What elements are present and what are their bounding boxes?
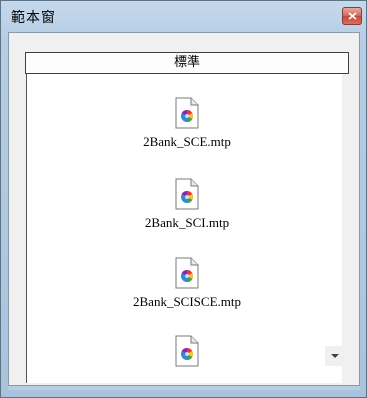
triangle-down-icon [331,354,339,358]
template-window: 範本窗 標準 2Bank_SCE.mtp 2Bank_SCI.mtp 2Bank… [0,0,367,398]
close-button[interactable] [342,7,362,25]
color-wheel-file-icon [175,97,199,129]
close-icon [348,12,357,20]
list-item-label: 2Bank_SCE.mtp [143,134,231,149]
window-bottom-edge [8,386,360,390]
tab-standard[interactable]: 標準 [25,52,349,74]
template-list: 2Bank_SCE.mtp 2Bank_SCI.mtp 2Bank_SCISCE… [26,75,348,375]
color-wheel-file-icon [175,335,199,367]
color-wheel-file-icon [175,178,199,210]
title-bar[interactable]: 範本窗 [1,1,366,31]
window-title: 範本窗 [11,10,56,26]
list-item-label: 2Bank_SCI.mtp [144,215,230,230]
scroll-down-button[interactable] [325,346,345,366]
color-wheel-file-icon [175,257,199,289]
list-item-label: 2Bank_SCISCE.mtp [133,294,241,309]
